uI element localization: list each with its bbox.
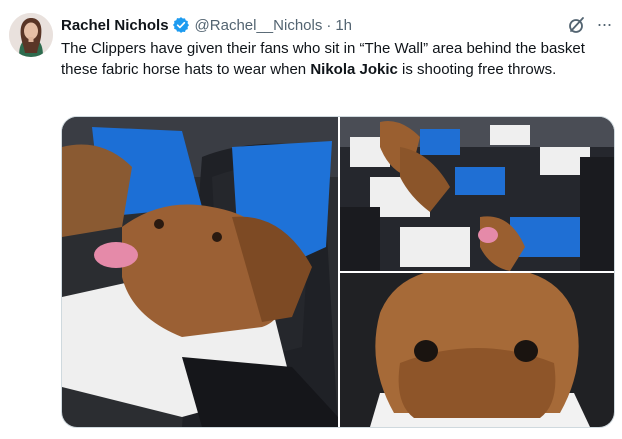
separator-dot: · (326, 16, 332, 34)
photo-rows-of-seats[interactable] (340, 117, 614, 271)
author-name[interactable]: Rachel Nichols (61, 17, 169, 34)
photo-horse-face-closeup[interactable] (340, 273, 614, 427)
grok-icon[interactable] (566, 14, 588, 36)
timestamp[interactable]: 1h (335, 17, 352, 34)
photo-horse-hat-closeup[interactable] (62, 117, 338, 427)
mention-nikola-jokic: Nikola Jokic (310, 60, 398, 78)
verified-badge-icon[interactable] (172, 16, 190, 34)
media-grid (61, 116, 615, 428)
tweet[interactable]: Rachel Nichols @Rachel__Nichols · 1h ···… (0, 0, 622, 439)
tweet-header: Rachel Nichols @Rachel__Nichols · 1h (61, 14, 352, 36)
avatar[interactable] (9, 13, 53, 57)
more-options-icon[interactable]: ··· (592, 13, 616, 35)
tweet-text-part2: is shooting free throws. (397, 60, 557, 78)
tweet-text: The Clippers have given their fans who s… (61, 39, 606, 80)
author-handle[interactable]: @Rachel__Nichols (195, 17, 323, 34)
